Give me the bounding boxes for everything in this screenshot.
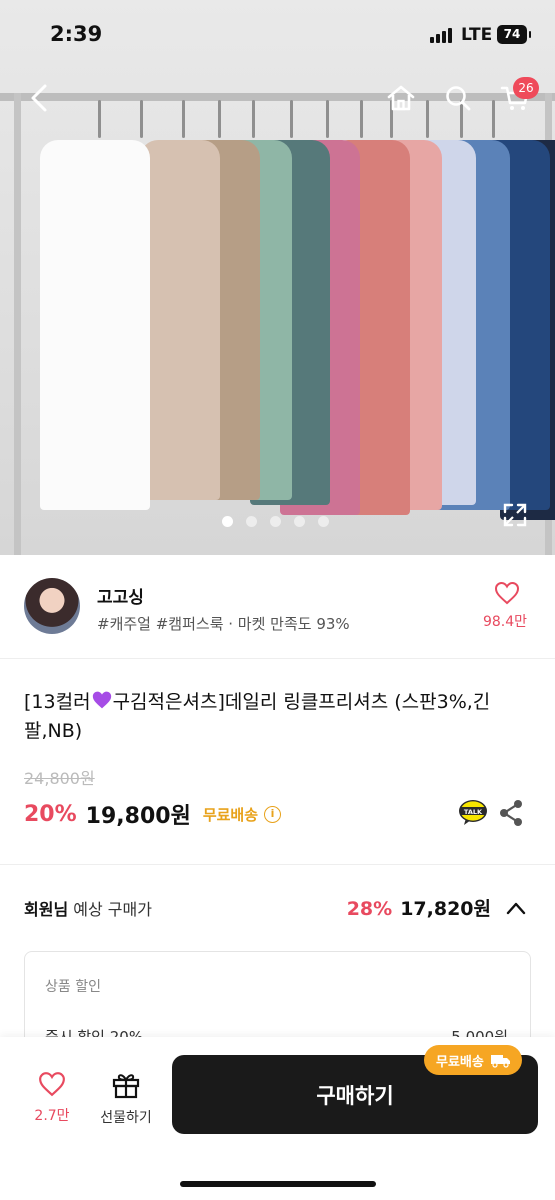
- home-icon: [387, 85, 415, 111]
- truck-icon: [490, 1055, 510, 1068]
- hanger: [290, 100, 293, 138]
- member-discount: 28%: [346, 898, 393, 920]
- svg-text:TALK: TALK: [464, 808, 483, 816]
- network-type: LTE: [461, 25, 493, 45]
- gift-label: 선물하기: [100, 1110, 152, 1126]
- hanger: [218, 100, 221, 138]
- shop-avatar[interactable]: [24, 578, 80, 634]
- like-count: 2.7만: [34, 1108, 70, 1124]
- kakaotalk-icon: TALK: [459, 800, 487, 825]
- hanger: [360, 100, 363, 138]
- shirt-beige: [140, 140, 220, 500]
- search-icon: [446, 86, 471, 111]
- member-price: 28% 17,820원: [347, 894, 491, 921]
- product-image[interactable]: 2:39 LTE 74 26: [0, 0, 555, 555]
- expand-icon: [503, 503, 527, 527]
- sale-price: 19,800원: [85, 804, 191, 829]
- chevron-left-icon: [31, 84, 47, 112]
- gift-icon: [112, 1074, 140, 1099]
- heart-icon: [39, 1072, 65, 1097]
- search-button[interactable]: [440, 80, 476, 116]
- shop-info[interactable]: 고고싱 #캐주얼 #캠퍼스룩 · 마켓 만족도 93% 98.4만: [0, 555, 555, 659]
- hanger: [492, 100, 495, 138]
- hanger: [98, 100, 101, 138]
- share-icon: [500, 800, 522, 826]
- free-shipping-label: 무료배송: [202, 805, 259, 824]
- pagination-dot[interactable]: [222, 516, 233, 527]
- home-button[interactable]: [383, 80, 419, 116]
- pagination-dot[interactable]: [294, 516, 305, 527]
- hanger: [252, 100, 255, 138]
- discount-box-title: 상품 할인: [45, 979, 101, 995]
- info-icon[interactable]: i: [264, 805, 282, 823]
- heart-icon: [494, 581, 520, 605]
- gift-button[interactable]: 선물하기: [92, 1071, 160, 1127]
- hanger: [182, 100, 185, 138]
- pagination-dot[interactable]: [246, 516, 257, 527]
- pagination-dot[interactable]: [270, 516, 281, 527]
- pagination-dot[interactable]: [318, 516, 329, 527]
- kakaotalk-button[interactable]: TALK: [458, 799, 488, 831]
- price-row: 20% 19,800원 무료배송 i: [24, 798, 282, 830]
- shirt-white: [40, 140, 150, 510]
- home-indicator: [180, 1181, 376, 1187]
- bottom-action-bar: 2.7만 선물하기 구매하기 무료배송: [0, 1037, 555, 1200]
- hanger: [326, 100, 329, 138]
- rack-pole: [14, 93, 21, 555]
- shop-tags: #캐주얼 #캠퍼스룩 · 마켓 만족도 93%: [97, 615, 350, 633]
- product-title: [13컬러 구김적은셔츠]데일리 링클프리셔츠 (스판3%,긴팔,NB): [24, 688, 534, 746]
- ship-chip-label: 무료배송: [436, 1054, 484, 1070]
- discount-rate: 20%: [24, 801, 77, 827]
- cart-count-badge: 26: [513, 77, 539, 99]
- fullscreen-button[interactable]: [500, 500, 530, 530]
- gallery-pagination: [222, 516, 329, 527]
- battery-icon: 74: [497, 25, 531, 44]
- status-bar: 2:39 LTE 74: [0, 0, 555, 70]
- shop-like-count: 98.4만: [482, 614, 528, 630]
- member-label-bold: 회원님: [24, 900, 69, 919]
- member-price-row[interactable]: 회원님 예상 구매가 28% 17,820원: [24, 896, 531, 922]
- free-shipping-chip: 무료배송: [424, 1045, 522, 1075]
- member-label-rest: 예상 구매가: [68, 900, 152, 919]
- back-button[interactable]: [22, 80, 58, 116]
- status-time: 2:39: [50, 22, 103, 46]
- share-button[interactable]: [498, 799, 524, 831]
- member-price-label: 회원님 예상 구매가: [24, 896, 152, 920]
- purple-heart-icon: [92, 691, 111, 709]
- hanger: [426, 100, 429, 138]
- chevron-up-icon: [506, 902, 526, 915]
- like-button[interactable]: 2.7만: [24, 1071, 80, 1125]
- collapse-button[interactable]: [505, 898, 527, 922]
- member-price-value: 17,820원: [400, 898, 491, 920]
- title-prefix: [13컬러: [24, 691, 91, 713]
- original-price: 24,800원: [24, 769, 95, 788]
- shop-like-button[interactable]: [494, 581, 520, 609]
- section-divider: [0, 864, 555, 865]
- hanger: [140, 100, 143, 138]
- shop-name[interactable]: 고고싱: [97, 583, 144, 608]
